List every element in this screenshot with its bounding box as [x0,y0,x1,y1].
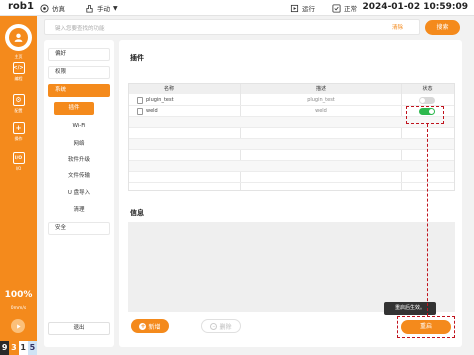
io-icon: I/O [12,152,25,164]
robot-name[interactable]: rob1 [8,1,34,12]
submenu-item-usb-import[interactable]: U 盘导入 [48,187,110,200]
plugin-toggle-off[interactable] [419,97,435,104]
plugin-name: weld [146,108,158,114]
column-header-status: 状态 [422,86,433,92]
submenu-item-network[interactable]: 网络 [48,138,110,151]
status-digit: 1 [18,341,28,355]
toggle-knob [420,98,425,103]
annotation-connector-line [427,124,429,316]
chevron-down-icon: ▼ [113,4,118,12]
menu-item-preferences[interactable]: 偏好 [48,48,110,61]
table-header: 名称 描述 状态 [129,84,454,94]
status-icon [332,3,341,13]
datetime: 2024-01-02 10:59:09 [362,2,468,12]
submenu-item-wifi[interactable]: Wi-Fi [48,120,110,133]
table-row-empty [129,150,454,161]
settings-icon: ⚙ [12,94,25,106]
menu-item-security[interactable]: 安全 [48,222,110,235]
simulation-icon [40,3,49,13]
file-icon [137,97,143,104]
delete-label: 删除 [219,323,232,331]
info-area [128,222,455,312]
plus-icon: + [12,122,25,134]
annotation-toggle-highlight [406,106,444,124]
clear-button[interactable]: 清除 [392,23,403,31]
sidebar-item-label: 编程 [14,76,23,81]
search-button[interactable]: 搜索 [425,20,460,35]
sidebar-item-label: 配置 [14,108,23,113]
column-header-description: 描述 [315,86,326,92]
annotation-restart-highlight [397,316,455,338]
info-title: 信息 [130,209,144,217]
hand-icon [86,4,93,13]
home-label: 主页 [14,54,23,59]
table-row-empty [129,161,454,172]
plugin-name: plugin_test [146,97,174,103]
add-label: 新增 [148,323,161,331]
plugins-title: 插件 [130,54,144,62]
play-button[interactable] [11,319,25,333]
plugin-content-panel: 插件 名称 描述 状态 plugin_test plugin_test weld… [119,40,462,347]
plugin-name-cell: plugin_test [137,95,174,106]
status-digit: 5 [27,341,37,355]
delete-button[interactable]: – 删除 [201,319,241,333]
sidebar-item-label: 操作 [14,136,23,141]
logout-button[interactable]: 退出 [48,322,110,335]
run-icon [290,4,299,12]
home-icon [9,28,28,47]
minus-icon: – [210,322,218,330]
plugin-name-cell: weld [137,106,158,117]
status-digit: 9 [0,341,10,355]
sidebar-item-io[interactable]: I/O I/O [0,152,37,171]
sidebar-item-programming[interactable]: </> 编程 [0,62,37,82]
submenu-item-file-transfer[interactable]: 文件传输 [48,170,110,183]
sidebar-item-config[interactable]: ⚙ 配置 [0,94,37,114]
table-row-empty [129,139,454,150]
plugin-description: plugin_test [307,97,335,103]
plus-icon: + [139,322,147,330]
home-button[interactable] [5,24,32,51]
submenu-item-plugins[interactable]: 插件 [54,102,94,115]
status-digits: 9 3 1 5 [0,341,37,355]
table-row[interactable]: plugin_test plugin_test [129,95,454,106]
sidebar-item-operation[interactable]: + 操作 [0,122,37,142]
speed-percent[interactable]: 100% [0,290,37,300]
add-button[interactable]: + 新增 [131,319,169,333]
top-bar: rob1 仿真 手动 ▼ 运行 正常 2024-01-02 10:59:09 [0,0,474,16]
run-label: 运行 [302,5,315,13]
simulation-toggle[interactable]: 仿真 [40,3,65,13]
plugins-table: 名称 描述 状态 plugin_test plugin_test weld we… [128,83,455,191]
file-icon [137,108,143,115]
play-icon [16,323,21,329]
system-status[interactable]: 正常 [332,3,357,13]
main-sidebar: 主页 </> 编程 ⚙ 配置 + 操作 I/O I/O 100% 0mm/s 9… [0,16,37,355]
speed-unit: 0mm/s [10,306,27,311]
status-digit: 3 [9,341,19,355]
search-input[interactable]: 键入您要查找的功能 [44,19,420,35]
menu-item-permissions[interactable]: 权限 [48,66,110,79]
column-header-name: 名称 [163,86,174,92]
table-row-empty [129,128,454,139]
plugin-description: weld [315,108,327,114]
mode-dropdown[interactable]: 手动 ▼ [85,3,118,13]
submenu-item-software-upgrade[interactable]: 软件升级 [48,154,110,167]
simulation-label: 仿真 [52,5,65,13]
run-status[interactable]: 运行 [290,3,315,13]
menu-item-system[interactable]: 系统 [48,84,110,97]
status-label: 正常 [344,5,357,13]
code-icon: </> [12,62,25,74]
table-row-empty [129,172,454,183]
submenu-item-cleanup[interactable]: 清理 [48,204,110,217]
sidebar-item-label: I/O [15,166,22,171]
mode-label: 手动 [97,5,110,13]
settings-menu: 偏好 权限 系统 插件 Wi-Fi 网络 软件升级 文件传输 U 盘导入 清理 … [44,40,114,347]
